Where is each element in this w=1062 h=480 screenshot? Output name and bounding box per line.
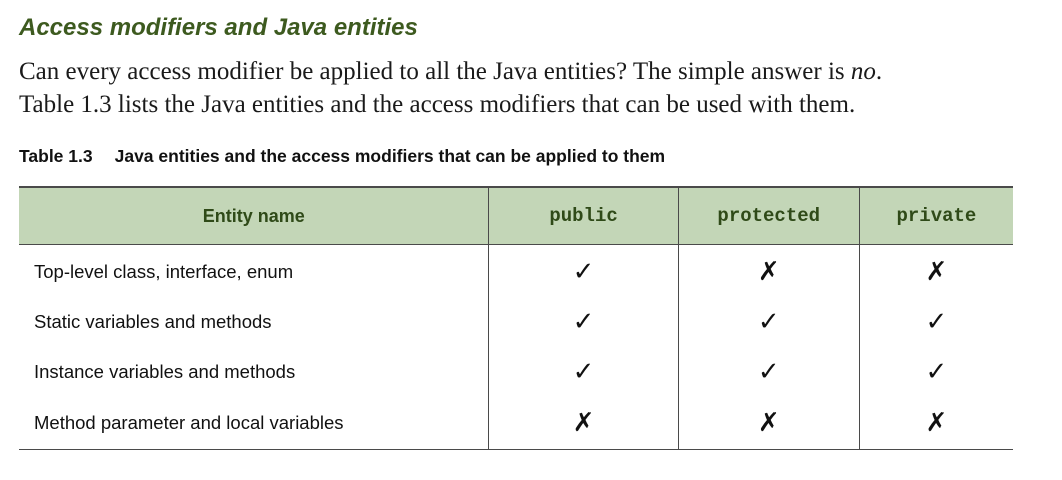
table-row: Static variables and methods ✓ ✓ ✓	[19, 297, 1013, 347]
entity-name-cell: Top-level class, interface, enum	[34, 261, 294, 282]
table-caption: Table 1.3 Java entities and the access mo…	[19, 146, 665, 167]
entity-name-cell: Instance variables and methods	[34, 361, 296, 382]
header-protected: protected	[677, 186, 860, 245]
para-line2: Table 1.3 lists the Java entities and th…	[19, 91, 856, 118]
header-entity-name: Entity name	[19, 186, 489, 245]
para-emphasis: no	[850, 58, 876, 85]
table-caption-text: Java entities and the access modifiers t…	[114, 146, 666, 166]
table-caption-number: Table 1.3	[19, 146, 93, 166]
entity-name-cell: Method parameter and local variables	[19, 397, 489, 450]
table-row: Instance variables and methods ✓ ✓ ✓	[19, 347, 1013, 397]
intro-paragraph: Can every access modifier be applied to …	[19, 55, 1049, 121]
table-row: Top-level class, interface, enum ✓ ✗ ✗	[19, 244, 1013, 297]
public-mark: ✗	[488, 397, 679, 450]
table-header-row: Entity name public protected private	[19, 186, 1013, 245]
access-modifiers-table: Entity name public protected private Top…	[19, 186, 1013, 450]
private-mark: ✗	[858, 244, 1013, 297]
para-line1-post: .	[875, 58, 883, 85]
section-heading: Access modifiers and Java entities	[19, 14, 418, 41]
protected-mark: ✗	[677, 244, 860, 297]
public-mark: ✓	[488, 347, 679, 397]
protected-mark: ✓	[677, 347, 860, 397]
header-public: public	[488, 186, 679, 245]
private-mark: ✓	[858, 347, 1013, 397]
entity-name-cell: Static variables and methods	[34, 311, 272, 332]
public-mark: ✓	[488, 244, 679, 297]
public-mark: ✓	[488, 297, 679, 347]
protected-mark: ✗	[677, 397, 860, 450]
protected-mark: ✓	[677, 297, 860, 347]
header-private: private	[858, 186, 1013, 245]
table-row: Method parameter and local variables ✗ ✗…	[19, 397, 1013, 450]
para-line1-pre: Can every access modifier be applied to …	[19, 58, 851, 85]
private-mark: ✓	[858, 297, 1013, 347]
private-mark: ✗	[858, 397, 1013, 450]
